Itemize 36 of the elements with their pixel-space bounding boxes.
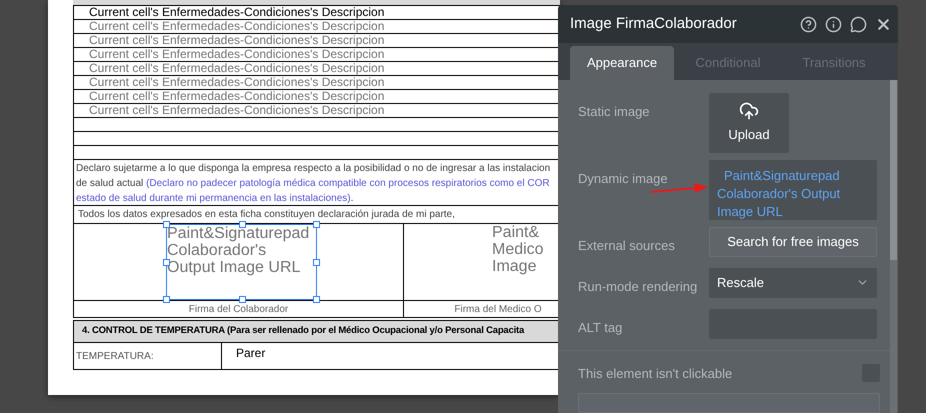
upload-button[interactable]: Upload	[709, 92, 789, 152]
panel-tab[interactable]: Appearance	[570, 46, 674, 80]
section-header: 4. CONTROL DE TEMPERATURA (Para ser rellenado por el Médico Ocupacional y/o Personal Capacita	[73, 320, 560, 343]
signature-image-placeholder[interactable]: Paint&Signaturepad Colaborador's Output Image URL	[166, 224, 317, 300]
property-label: Static image	[578, 104, 650, 118]
risk-factor-text: Current cell's Enfermedades-Condiciones's Descripcion	[89, 6, 384, 19]
property-label: External sources	[578, 238, 675, 252]
declaration-text: Declaro sujetarme a lo que disponga la empresa respecto a la posibilidad o no de ingresar a las instalacion	[76, 162, 552, 176]
comment-icon[interactable]	[850, 16, 867, 33]
rendering-dropdown[interactable]: Rescale	[709, 268, 877, 298]
risk-factor-text: Current cell's Enfermedades-Condiciones's Descripcion	[89, 90, 384, 103]
scrollbar-thumb[interactable]	[890, 80, 897, 260]
property-label: Dynamic image	[578, 170, 668, 186]
risk-factor-text: Current cell's Enfermedades-Condiciones's Descripcion	[89, 62, 384, 75]
not-clickable-label: This element isn't clickable	[578, 364, 732, 382]
risk-factor-text: Current cell's Enfermedades-Condiciones's Descripcion	[89, 48, 384, 61]
dynamic-expression-field[interactable]: Paint&Signaturepad Colaborador's Output Image URL	[709, 160, 877, 220]
property-label: Run-mode rendering	[578, 278, 698, 294]
signature-caption: Firma del Colaborador	[188, 302, 288, 316]
help-icon[interactable]	[800, 16, 817, 33]
sworn-statement-text: Todos los datos expresados en esta ficha constituyen declaración jurada de mi parte,	[78, 208, 455, 222]
search-images-button[interactable]: Search for free images	[709, 226, 877, 256]
risk-factor-text: Current cell's Enfermedades-Condiciones's Descripcion	[89, 20, 384, 33]
property-label: ALT tag	[578, 320, 622, 334]
risk-factor-text: Current cell's Enfermedades-Condiciones's Descripcion	[89, 104, 384, 117]
declaration-text: de salud actual (Declaro no padecer patología médica compatible con procesos respiratorios como el COR	[76, 177, 551, 191]
signature-image-placeholder[interactable]: Paint& Medico Image	[492, 224, 560, 300]
info-icon[interactable]	[825, 16, 842, 33]
panel-title: Image FirmaColaborador	[570, 14, 737, 34]
risk-factor-text: Current cell's Enfermedades-Condiciones's Descripcion	[89, 76, 384, 89]
declaration-text: estado de salud durante mi permanencia en las instalaciones).	[76, 192, 354, 206]
temperature-label: TEMPERATURA:	[76, 350, 154, 364]
risk-factor-text: Current cell's Enfermedades-Condiciones's Descripcion	[89, 34, 384, 47]
signature-caption: Firma del Medico O	[454, 302, 542, 316]
cloud-upload-icon	[739, 100, 759, 121]
temperature-value: Parer	[236, 346, 266, 360]
